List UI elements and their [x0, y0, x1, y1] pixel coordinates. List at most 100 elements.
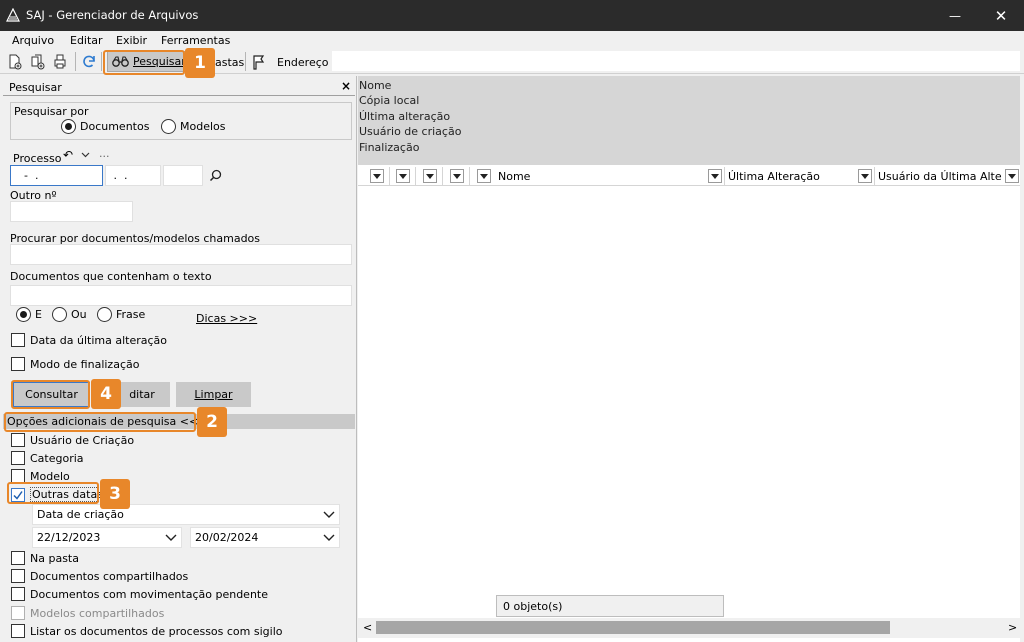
checkbox-pending-docs[interactable]: Documentos com movimentação pendente	[11, 587, 268, 601]
saj-logo-icon	[6, 8, 20, 22]
close-icon: ✕	[994, 6, 1008, 25]
checkbox-finalization-mode[interactable]: Modo de finalização	[11, 357, 139, 371]
properties-area: Nome Cópia local Última alteração Usuári…	[358, 76, 1020, 165]
clear-button[interactable]: Limpar	[176, 382, 251, 407]
refresh-icon[interactable]	[80, 53, 98, 71]
scrollbar-thumb[interactable]	[376, 621, 890, 634]
search-by-group: Pesquisar por Documentos Modelos	[10, 102, 352, 140]
search-panel-title: Pesquisar	[9, 81, 62, 94]
column-filter-dropdown[interactable]	[450, 169, 464, 183]
search-icon[interactable]	[209, 169, 222, 182]
menu-exibir[interactable]: Exibir	[116, 34, 147, 47]
checkbox-in-folder[interactable]: Na pasta	[11, 551, 79, 565]
date-from-picker[interactable]: 22/12/2023	[32, 527, 182, 548]
column-filter-dropdown[interactable]	[1005, 169, 1019, 183]
checkbox-model[interactable]: Modelo	[11, 469, 70, 483]
column-header-last-change-user[interactable]: Usuário da Última Alter...	[878, 170, 1002, 183]
contains-text-field[interactable]	[10, 285, 352, 306]
radio-documents[interactable]: Documentos	[61, 119, 149, 134]
date-type-select[interactable]: Data de criação	[32, 504, 340, 525]
scroll-left-icon[interactable]: <	[363, 621, 372, 634]
search-named-field[interactable]	[10, 244, 352, 265]
property-creation-user: Usuário de criação	[359, 125, 462, 138]
horizontal-scrollbar[interactable]: < >	[358, 618, 1020, 638]
chevron-down-icon	[165, 534, 177, 541]
callout-badge-1: 1	[185, 48, 215, 78]
checkbox-last-change[interactable]: Data da última alteração	[11, 333, 167, 347]
menu-ferramentas[interactable]: Ferramentas	[161, 34, 230, 47]
process-field-2[interactable]: . .	[105, 165, 161, 186]
address-pin-icon	[250, 53, 268, 71]
callout-badge-4: 4	[91, 379, 121, 409]
menu-arquivo[interactable]: Arquivo	[12, 34, 54, 47]
callout-highlight-1	[103, 50, 185, 75]
tips-link[interactable]: Dicas >>>	[196, 312, 257, 325]
title-bar: SAJ - Gerenciador de Arquivos — ✕	[0, 0, 1024, 31]
callout-highlight-4	[11, 380, 90, 409]
process-field-1[interactable]: - .	[10, 165, 103, 186]
dropdown-arrow-icon	[861, 173, 869, 179]
search-panel-header: Pesquisar ×	[3, 78, 355, 96]
window-title: SAJ - Gerenciador de Arquivos	[26, 8, 199, 22]
dropdown-arrow-icon	[399, 173, 407, 179]
property-last-change: Última alteração	[359, 110, 451, 123]
object-count-status: 0 objeto(s)	[496, 595, 724, 617]
minimize-button[interactable]: —	[932, 0, 978, 31]
contains-text-label: Documentos que contenham o texto	[10, 270, 212, 283]
column-filter-dropdown[interactable]	[858, 169, 872, 183]
new-copy-icon[interactable]	[29, 53, 47, 71]
property-local-copy: Cópia local	[359, 94, 420, 107]
chevron-down-icon	[323, 534, 335, 541]
address-input[interactable]	[332, 51, 1020, 71]
dropdown-arrow-icon	[453, 173, 461, 179]
process-field-3[interactable]	[163, 165, 203, 186]
search-panel: Pesquisar × Pesquisar por Documentos Mod…	[0, 76, 357, 642]
radio-models[interactable]: Modelos	[161, 119, 226, 134]
callout-badge-3: 3	[100, 479, 130, 509]
radio-op-frase[interactable]: Frase	[97, 307, 145, 322]
folders-toolbar-label[interactable]: astas	[215, 56, 244, 69]
checkbox-secret-process[interactable]: Listar os documentos de processos com si…	[11, 624, 282, 638]
checkbox-shared-models: Modelos compartilhados	[11, 606, 164, 620]
property-name: Nome	[359, 79, 392, 92]
callout-badge-2: 2	[197, 407, 227, 437]
property-finalization: Finalização	[359, 141, 420, 154]
scroll-right-icon[interactable]: >	[1008, 621, 1017, 634]
other-number-field[interactable]	[10, 201, 133, 222]
date-to-picker[interactable]: 20/02/2024	[190, 527, 340, 548]
results-panel: Nome Cópia local Última alteração Usuári…	[358, 76, 1020, 642]
dropdown-arrow-icon	[1008, 173, 1016, 179]
column-filter-dropdown[interactable]	[423, 169, 437, 183]
column-filter-dropdown[interactable]	[396, 169, 410, 183]
checkbox-shared-docs[interactable]: Documentos compartilhados	[11, 569, 188, 583]
menu-editar[interactable]: Editar	[70, 34, 103, 47]
dropdown-arrow-icon	[426, 173, 434, 179]
close-panel-icon[interactable]: ×	[341, 79, 351, 93]
menu-bar: Arquivo Editar Exibir Ferramentas	[0, 31, 1024, 49]
dropdown-arrow-icon	[480, 173, 488, 179]
more-options-icon[interactable]: ···	[99, 150, 110, 163]
dropdown-arrow-icon	[373, 173, 381, 179]
print-document-icon[interactable]	[52, 53, 70, 71]
column-header-name[interactable]: Nome	[498, 170, 530, 183]
callout-highlight-2	[4, 412, 196, 432]
chevron-down-icon	[323, 511, 335, 518]
callout-highlight-3	[7, 482, 99, 504]
column-filter-dropdown[interactable]	[477, 169, 491, 183]
checkbox-category[interactable]: Categoria	[11, 451, 84, 465]
results-grid-header: Nome Última Alteração Usuário da Última …	[358, 166, 1020, 186]
radio-op-e[interactable]: E	[16, 307, 42, 322]
radio-op-ou[interactable]: Ou	[52, 307, 87, 322]
new-document-icon[interactable]	[6, 53, 24, 71]
column-filter-dropdown[interactable]	[708, 169, 722, 183]
minimize-icon: —	[949, 8, 961, 23]
dropdown-arrow-icon	[711, 173, 719, 179]
address-label: Endereço	[277, 56, 329, 69]
column-header-last-change[interactable]: Última Alteração	[728, 170, 820, 183]
column-filter-dropdown[interactable]	[370, 169, 384, 183]
search-by-label: Pesquisar por	[14, 105, 89, 118]
close-window-button[interactable]: ✕	[978, 0, 1024, 31]
undo-icon[interactable]: ↶	[63, 148, 73, 162]
chevron-down-icon[interactable]	[81, 152, 90, 158]
checkbox-creation-user[interactable]: Usuário de Criação	[11, 433, 134, 447]
